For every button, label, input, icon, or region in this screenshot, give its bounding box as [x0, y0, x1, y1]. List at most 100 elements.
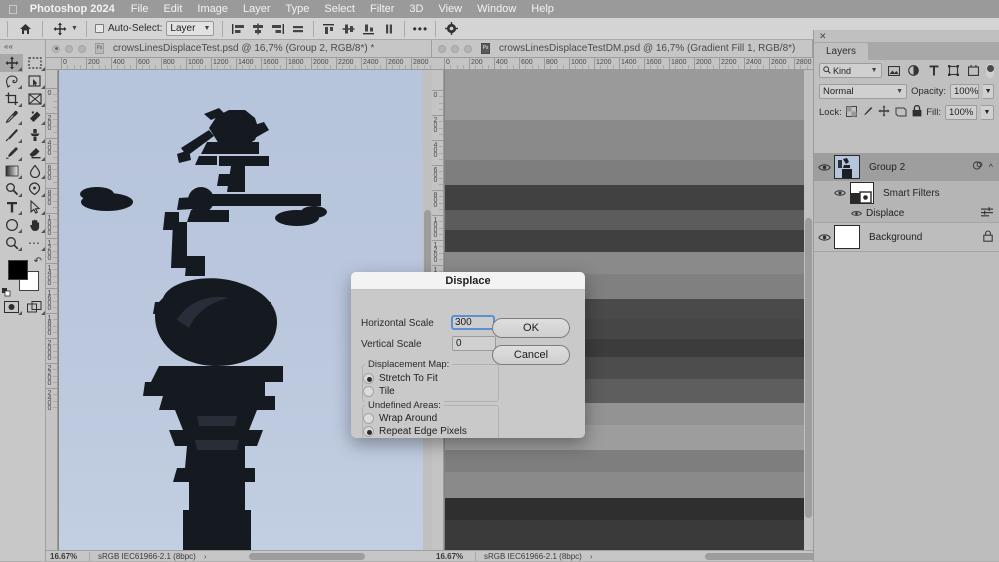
chevron-down-icon[interactable]: ▼ [71, 25, 78, 32]
collapse-panel-icon[interactable]: «« [0, 40, 45, 52]
layer-row-background[interactable]: Background [814, 223, 999, 251]
horizontal-scrollbar-1[interactable] [207, 551, 433, 562]
align-right-edges-icon[interactable] [268, 20, 288, 38]
horizontal-ruler-1[interactable]: 0200400600800100012001400160018002000220… [46, 58, 432, 70]
tool-type-tool[interactable] [0, 198, 23, 216]
opacity-value[interactable]: 100% [950, 84, 979, 99]
background-visibility-toggle[interactable] [814, 233, 834, 242]
layer-row-displace[interactable]: Displace [814, 205, 999, 222]
vertical-scrollbar-2[interactable] [804, 70, 813, 550]
tool-pen-tool[interactable] [23, 180, 46, 198]
blend-mode-dropdown[interactable]: Normal ▼ [819, 84, 907, 99]
swap-colors-icon[interactable]: ↶ [34, 256, 42, 267]
tool-move-tool[interactable] [0, 54, 23, 72]
lock-icon[interactable] [983, 230, 993, 245]
tool-spot-healing-brush-tool[interactable] [23, 108, 46, 126]
tool-blur-tool[interactable] [23, 162, 46, 180]
screen-mode-icon[interactable] [23, 298, 46, 316]
align-top-edges-icon[interactable] [319, 20, 339, 38]
window-close-button[interactable] [52, 45, 60, 53]
smart-filters-visibility-toggle[interactable] [830, 189, 850, 197]
tool-eraser-tool[interactable] [23, 144, 46, 162]
tool-history-brush-tool[interactable] [0, 144, 23, 162]
menu-item-layer[interactable]: Layer [243, 3, 271, 15]
shape-layer-filter-icon[interactable] [946, 63, 962, 78]
radio-repeat-edge-pixels[interactable] [363, 426, 374, 437]
tab-layers[interactable]: Layers [814, 43, 868, 60]
ok-button[interactable]: OK [492, 318, 570, 338]
menu-item-3d[interactable]: 3D [409, 3, 423, 15]
tool-hand-tool[interactable] [23, 216, 46, 234]
type-layer-filter-icon[interactable] [926, 63, 942, 78]
quick-mask-icon[interactable] [0, 298, 23, 316]
horizontal-scale-input[interactable]: 300 [451, 315, 495, 330]
zoom-level-2[interactable]: 16.67% [432, 552, 476, 561]
tool-frame-tool[interactable] [23, 90, 46, 108]
align-vertical-centers-icon[interactable] [339, 20, 359, 38]
layer-thumbnail-group-2[interactable] [834, 155, 860, 179]
menu-item-edit[interactable]: Edit [163, 3, 182, 15]
layer-thumbnail-background[interactable] [834, 225, 860, 249]
menu-item-view[interactable]: View [438, 3, 462, 15]
tool-edit-toolbar-tool[interactable]: ⋯ [23, 234, 46, 252]
window-zoom-button[interactable] [464, 45, 472, 53]
lock-artboard-nesting-icon[interactable] [895, 106, 907, 120]
distribute-horizontally-icon[interactable] [288, 20, 308, 38]
home-button[interactable] [13, 19, 37, 39]
radio-stretch-to-fit[interactable] [363, 373, 374, 384]
fill-value[interactable]: 100% [945, 105, 977, 120]
menu-item-select[interactable]: Select [324, 3, 355, 15]
opacity-stepper-icon[interactable]: ▼ [983, 84, 994, 99]
tool-path-selection-tool[interactable] [23, 198, 46, 216]
window-minimize-button[interactable] [451, 45, 459, 53]
align-left-edges-icon[interactable] [228, 20, 248, 38]
more-options-button[interactable]: ••• [410, 20, 430, 38]
radio-wrap-around[interactable] [363, 413, 374, 424]
zoom-level-1[interactable]: 16.67% [46, 552, 90, 561]
layer-filter-kind-dropdown[interactable]: Kind ▼ [819, 63, 882, 78]
document-tab-1[interactable]: Ps crowsLinesDisplaceTest.psd @ 16,7% (G… [46, 40, 432, 58]
vertical-ruler-1[interactable]: 0200400600800100012001400160018002000220… [46, 70, 58, 550]
apple-logo-icon[interactable]:  [8, 3, 18, 16]
filter-options-icon[interactable] [981, 207, 993, 220]
default-colors-icon[interactable] [2, 288, 10, 296]
menu-item-image[interactable]: Image [197, 3, 228, 15]
menu-item-type[interactable]: Type [286, 3, 310, 15]
lock-transparent-pixels-icon[interactable] [846, 106, 857, 120]
auto-select-control[interactable]: Auto-Select: Layer ▼ [92, 19, 217, 39]
menu-item-help[interactable]: Help [531, 3, 554, 15]
close-panel-icon[interactable]: ✕ [814, 30, 999, 42]
fill-stepper-icon[interactable]: ▼ [981, 105, 994, 120]
tool-gradient-tool[interactable] [0, 162, 23, 180]
horizontal-scrollbar-2[interactable] [593, 551, 814, 562]
align-horizontal-centers-icon[interactable] [248, 20, 268, 38]
menu-item-filter[interactable]: Filter [370, 3, 394, 15]
tool-ellipse-tool[interactable] [0, 216, 23, 234]
smart-object-filter-icon[interactable] [966, 63, 982, 78]
auto-select-checkbox[interactable] [95, 24, 104, 33]
smart-object-badge-icon[interactable] [972, 160, 983, 174]
cancel-button[interactable]: Cancel [492, 345, 570, 365]
radio-tile[interactable] [363, 386, 374, 397]
distribute-vertically-icon[interactable] [379, 20, 399, 38]
collapse-chevron-icon[interactable]: ^ [989, 162, 993, 172]
pixel-layer-filter-icon[interactable] [886, 63, 902, 78]
tool-zoom-tool[interactable] [0, 234, 23, 252]
layer-row-group-2[interactable]: Group 2 ^ [814, 153, 999, 181]
menu-item-window[interactable]: Window [477, 3, 516, 15]
layer-row-smart-filters[interactable]: Smart Filters [814, 181, 999, 205]
adjustment-layer-filter-icon[interactable] [906, 63, 922, 78]
window-minimize-button[interactable] [65, 45, 73, 53]
filter-toggle-switch[interactable] [986, 64, 994, 78]
horizontal-ruler-2[interactable]: 0200400600800100012001400160018002000220… [432, 58, 813, 70]
tool-dodge-tool[interactable] [0, 180, 23, 198]
vertical-scale-input[interactable]: 0 [452, 336, 496, 351]
gear-icon[interactable] [441, 20, 461, 38]
tool-clone-stamp-tool[interactable] [23, 126, 46, 144]
active-tool-icon-button[interactable]: ▼ [48, 19, 81, 39]
tool-lasso-tool[interactable] [0, 72, 23, 90]
document-tab-2[interactable]: Ps crowsLinesDisplaceTestDM.psd @ 16,7% … [432, 40, 813, 58]
tool-brush-tool[interactable] [0, 126, 23, 144]
foreground-color-swatch[interactable] [8, 260, 28, 280]
lock-position-icon[interactable] [878, 105, 890, 120]
